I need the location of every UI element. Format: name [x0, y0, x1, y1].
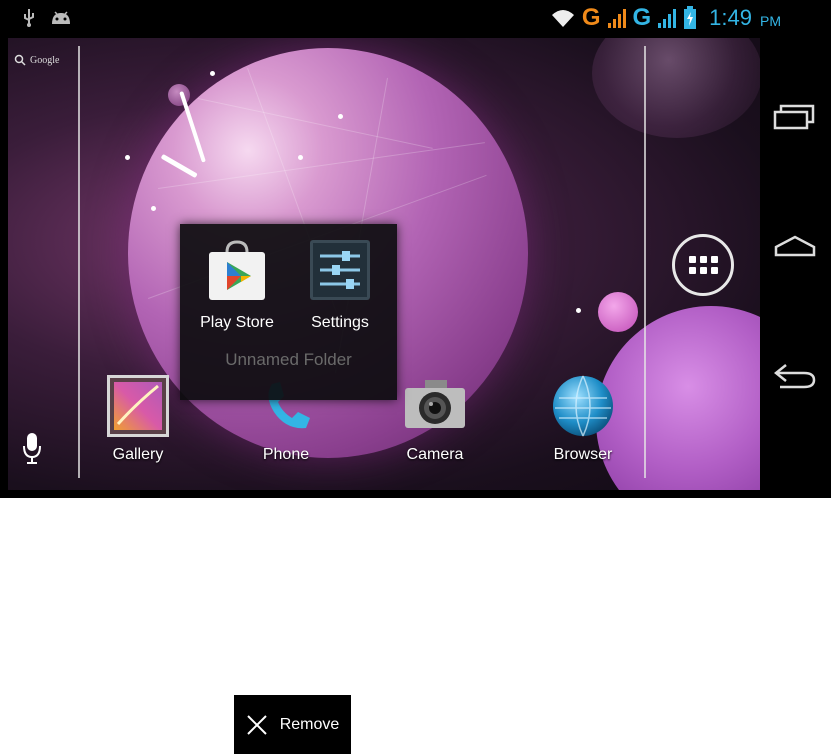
status-clock-ampm: PM — [760, 13, 781, 29]
home-button[interactable] — [768, 226, 822, 266]
dock-item-label: Gallery — [112, 446, 164, 463]
search-icon — [14, 54, 26, 66]
network-type-1: G — [581, 4, 601, 31]
wallpaper-star — [210, 71, 215, 76]
voice-search-button[interactable] — [22, 432, 42, 470]
dock-item-label: Phone — [262, 446, 310, 463]
analog-clock-widget[interactable] — [160, 82, 238, 179]
folder-item-label: Play Store — [200, 314, 274, 331]
all-apps-icon — [688, 256, 718, 274]
signal-icon — [658, 9, 677, 28]
status-notifications — [22, 8, 72, 28]
dock-item-browser[interactable]: Browser — [528, 368, 638, 464]
folder-item-play-store[interactable]: Play Store — [187, 238, 287, 332]
open-folder: Play Store Settings Unnamed Folder — [180, 224, 397, 400]
home-icon — [774, 235, 816, 257]
settings-icon — [308, 238, 372, 302]
android-debug-icon — [52, 11, 70, 24]
play-store-icon — [205, 238, 269, 302]
folder-item-settings[interactable]: Settings — [290, 238, 390, 332]
wifi-icon — [551, 10, 574, 27]
all-apps-button[interactable] — [672, 234, 734, 296]
folder-item-label: Settings — [311, 314, 369, 331]
page-divider — [644, 46, 646, 478]
back-button[interactable] — [768, 356, 822, 396]
wallpaper-star — [298, 155, 303, 160]
back-icon — [773, 364, 816, 389]
google-search-label: Google — [30, 54, 60, 66]
dock-item-label: Browser — [553, 446, 613, 463]
wallpaper-star — [151, 206, 156, 211]
home-screen[interactable]: Google Gallery Phone Camera Browser Play… — [8, 38, 760, 490]
status-bar: G G 1:49 PM — [0, 0, 831, 36]
status-system-icons: G G 1:49 PM — [550, 4, 781, 32]
remove-label: Remove — [279, 715, 340, 733]
network-type-2: G — [632, 4, 652, 31]
wallpaper-star — [576, 308, 581, 313]
camera-icon — [403, 374, 467, 438]
device-screen: G G 1:49 PM Google Gallery Phone Camera … — [0, 0, 831, 498]
gallery-icon — [106, 374, 170, 438]
battery-charging-icon — [684, 6, 697, 29]
browser-icon — [551, 374, 615, 438]
recent-apps-icon — [773, 104, 815, 130]
navigation-bar — [760, 38, 831, 490]
clock-minute-hand — [179, 91, 206, 163]
wallpaper-sphere — [598, 292, 638, 332]
usb-icon — [24, 9, 34, 27]
wallpaper-star — [125, 155, 130, 160]
wallpaper-star — [338, 114, 343, 119]
page-divider — [78, 46, 80, 478]
google-search-widget[interactable]: Google — [14, 54, 59, 66]
wallpaper-sphere — [592, 38, 760, 138]
dock-item-gallery[interactable]: Gallery — [83, 368, 193, 464]
recent-apps-button[interactable] — [768, 96, 822, 136]
dock-item-label: Camera — [406, 446, 464, 463]
signal-icon — [607, 9, 626, 28]
close-icon — [246, 714, 267, 735]
status-clock: 1:49 — [709, 5, 752, 30]
remove-drop-target[interactable]: Remove — [234, 695, 351, 754]
microphone-icon — [23, 433, 41, 464]
folder-name-field[interactable]: Unnamed Folder — [180, 350, 397, 370]
